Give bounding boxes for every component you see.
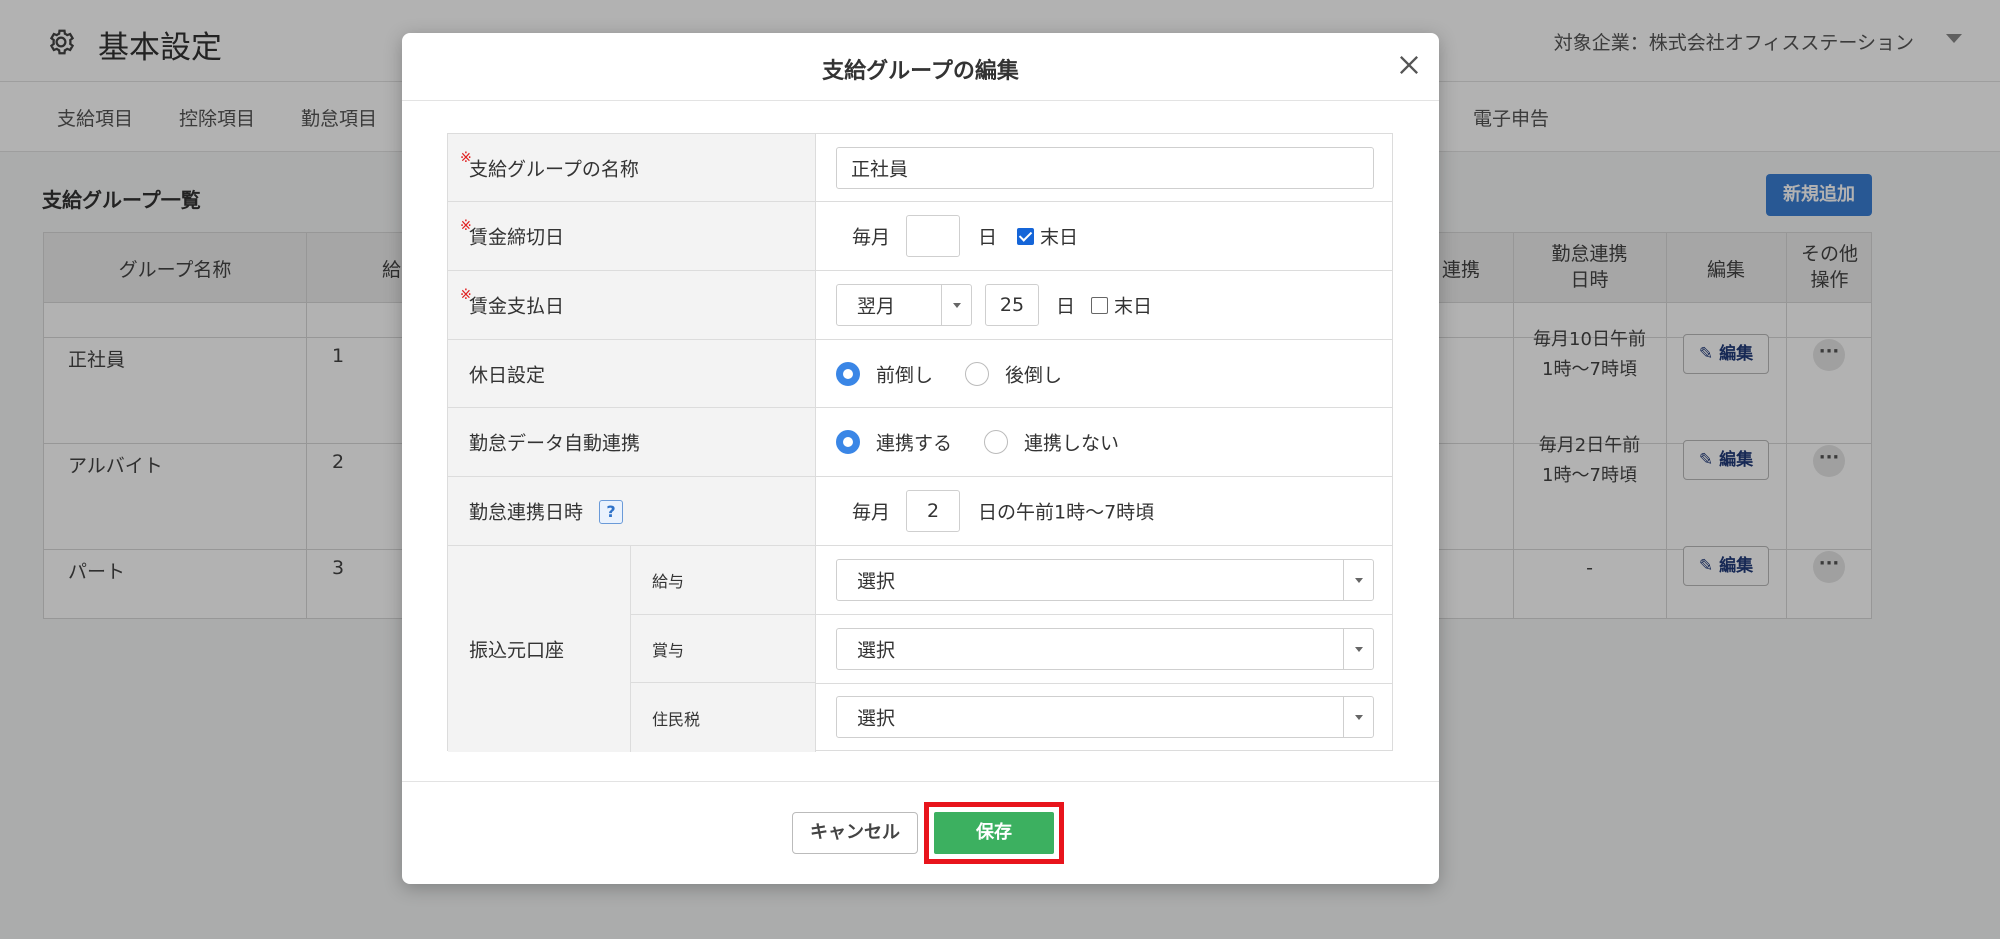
sync-suffix: 日の午前1時〜7時頃 <box>978 501 1155 524</box>
bank-tax-label: 住民税 <box>652 709 701 729</box>
payday-month-select[interactable]: 翌月 <box>836 284 972 326</box>
attendance-off-radio[interactable] <box>984 430 1008 454</box>
form-row-name: ※ 支給グループの名称 正社員 <box>448 134 1392 202</box>
holiday-backward-radio[interactable] <box>965 362 989 386</box>
payday-day-input[interactable]: 25 <box>985 284 1039 326</box>
chevron-down-icon <box>1343 697 1373 737</box>
sync-day-input[interactable]: 2 <box>906 490 960 532</box>
payday-day-unit: 日 <box>1056 295 1076 318</box>
attendance-on-radio[interactable] <box>836 430 860 454</box>
bank-label: 振込元口座 <box>469 639 565 662</box>
chevron-down-icon <box>1343 629 1373 669</box>
closing-prefix: 毎月 <box>852 226 891 249</box>
chevron-down-icon <box>1343 560 1373 600</box>
bank-tax-select[interactable]: 選択 <box>836 696 1374 738</box>
closing-day-input[interactable] <box>906 215 960 257</box>
dialog-header: 支給グループの編集 <box>402 33 1439 101</box>
holiday-backward-label: 後倒し <box>1005 364 1063 386</box>
payday-last-day-label: 末日 <box>1114 295 1153 318</box>
closing-label: 賃金締切日 <box>469 226 565 249</box>
dialog-footer: キャンセル 保存 <box>402 781 1439 884</box>
group-name-input[interactable]: 正社員 <box>836 147 1374 189</box>
closing-last-day-label: 末日 <box>1040 226 1079 249</box>
form-row-bank: 振込元口座 給与 賞与 住民税 選択 選択 選択 <box>448 546 1392 752</box>
attendance-label: 勤怠データ自動連携 <box>469 432 641 455</box>
sync-prefix: 毎月 <box>852 501 891 524</box>
payday-last-day-checkbox[interactable] <box>1091 297 1108 314</box>
closing-day-unit: 日 <box>978 226 998 249</box>
form-row-attendance: 勤怠データ自動連携 連携する 連携しない <box>448 408 1392 477</box>
name-label: 支給グループの名称 <box>469 158 639 180</box>
bank-bonus-label: 賞与 <box>652 640 685 660</box>
form-row-holiday: 休日設定 前倒し 後倒し <box>448 340 1392 408</box>
attendance-off-label: 連携しない <box>1024 432 1120 455</box>
bank-salary-label: 給与 <box>652 572 685 591</box>
edit-group-dialog: 支給グループの編集 ※ 支給グループの名称 正社員 ※ 賃金締切日 毎月 日 末… <box>402 33 1439 884</box>
chevron-down-icon <box>941 285 971 325</box>
holiday-forward-label: 前倒し <box>876 364 934 386</box>
sync-time-label: 勤怠連携日時 <box>469 501 584 524</box>
attendance-on-label: 連携する <box>876 432 953 455</box>
save-highlight: 保存 <box>924 802 1064 864</box>
cancel-button[interactable]: キャンセル <box>792 812 918 854</box>
help-icon[interactable]: ? <box>599 500 623 524</box>
form-row-payday: ※ 賃金支払日 翌月 25 日 末日 <box>448 271 1392 340</box>
group-form: ※ 支給グループの名称 正社員 ※ 賃金締切日 毎月 日 末日 ※ 賃金支払日 … <box>447 133 1393 752</box>
form-row-closing: ※ 賃金締切日 毎月 日 末日 <box>448 202 1392 271</box>
close-icon[interactable] <box>1395 51 1423 79</box>
form-row-sync-time: 勤怠連携日時 ? 毎月 2 日の午前1時〜7時頃 <box>448 477 1392 546</box>
save-button[interactable]: 保存 <box>934 812 1054 854</box>
holiday-label: 休日設定 <box>469 364 546 386</box>
dialog-title: 支給グループの編集 <box>822 59 1019 84</box>
payday-label: 賃金支払日 <box>469 295 565 318</box>
bank-bonus-select[interactable]: 選択 <box>836 628 1374 670</box>
bank-salary-select[interactable]: 選択 <box>836 559 1374 601</box>
closing-last-day-checkbox[interactable] <box>1017 228 1034 245</box>
holiday-forward-radio[interactable] <box>836 362 860 386</box>
